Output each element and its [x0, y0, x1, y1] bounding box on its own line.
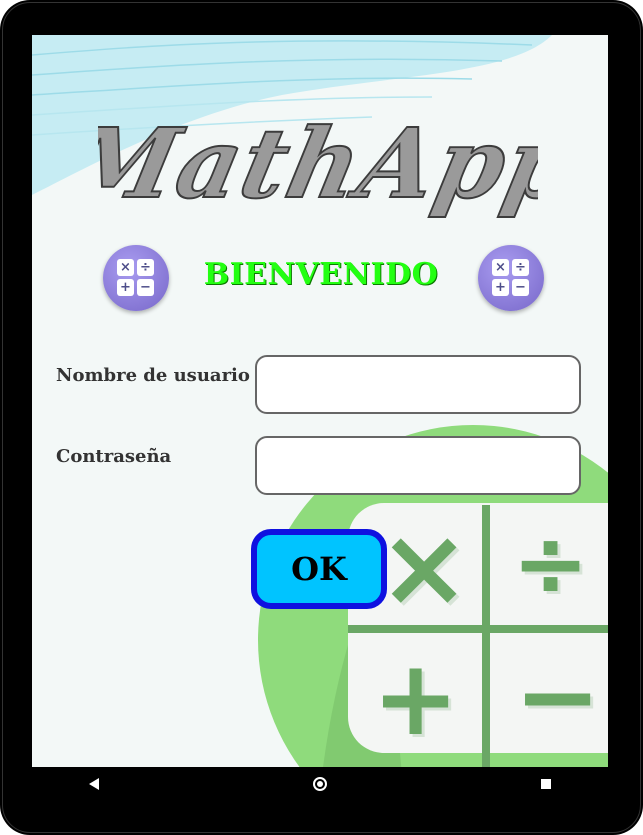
plus-icon: +: [492, 279, 509, 296]
calculator-divider-vertical: [482, 505, 490, 767]
multiply-decoration-icon: ×: [378, 503, 471, 631]
multiply-icon: ×: [492, 259, 509, 276]
divide-icon: ÷: [137, 259, 154, 276]
logo-text: MathApp: [98, 107, 538, 220]
username-label: Nombre de usuario: [56, 365, 250, 386]
home-circle-icon: [313, 777, 327, 791]
welcome-title: BIENVENIDO: [203, 257, 439, 292]
username-input[interactable]: [255, 355, 581, 414]
login-screen: × ÷ + − MathApp × ÷ + − BIENVENIDO × ÷ +…: [32, 35, 608, 767]
password-input[interactable]: [255, 436, 581, 495]
back-button[interactable]: [74, 767, 114, 801]
ok-button-label: OK: [291, 550, 347, 588]
calculator-icon-right: × ÷ + −: [478, 245, 544, 311]
password-label: Contraseña: [56, 446, 172, 467]
calculator-icon-left: × ÷ + −: [103, 245, 169, 311]
divide-icon: ÷: [512, 259, 529, 276]
plus-decoration-icon: +: [372, 637, 460, 759]
minus-icon: −: [512, 279, 529, 296]
plus-icon: +: [117, 279, 134, 296]
minus-decoration-icon: −: [514, 635, 602, 757]
minus-icon: −: [137, 279, 154, 296]
tablet-frame: × ÷ + − MathApp × ÷ + − BIENVENIDO × ÷ +…: [0, 0, 643, 835]
system-navigation-bar: [32, 767, 608, 801]
recents-square-icon: [541, 779, 551, 789]
divide-decoration-icon: ÷: [512, 510, 590, 617]
ok-button[interactable]: OK: [251, 529, 387, 609]
home-button[interactable]: [300, 767, 340, 801]
back-triangle-icon: [89, 778, 99, 790]
multiply-icon: ×: [117, 259, 134, 276]
mathapp-logo: MathApp: [98, 106, 538, 221]
recents-button[interactable]: [526, 767, 566, 801]
